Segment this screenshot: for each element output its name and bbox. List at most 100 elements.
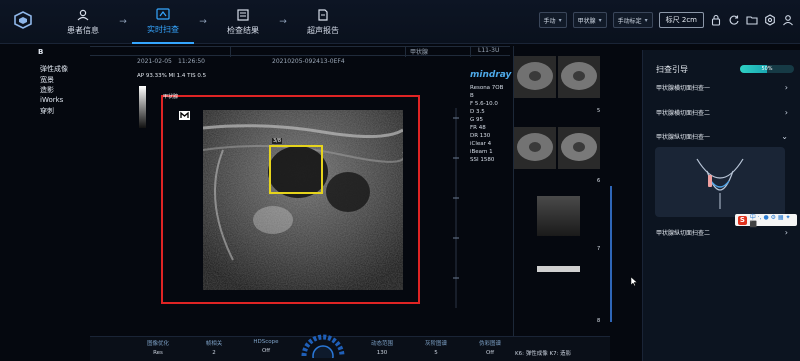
- image-header-bar: [90, 46, 510, 57]
- param-line: B: [470, 93, 474, 99]
- nav-realtime-scan[interactable]: 实时扫查: [132, 0, 194, 44]
- neck-diagram-icon: [696, 158, 744, 209]
- thumbnail-scrollbar[interactable]: [610, 186, 612, 322]
- param-line: G 95: [470, 117, 484, 123]
- param-line: DR 130: [470, 133, 491, 139]
- organ-select-value: 甲状腺: [577, 17, 596, 25]
- guide-item-label: 甲状腺纵切面扫查一: [656, 134, 711, 141]
- thumbnail-number: 5: [597, 108, 601, 114]
- param-name: 图像优化: [146, 341, 169, 347]
- divider: [230, 47, 231, 57]
- toolbar: 手动 ▾ 甲状腺 ▾ 手动标定 ▾ 标尺 2cm: [538, 12, 794, 28]
- nav-arrow-icon: →: [279, 17, 287, 27]
- probe-position-card: [655, 147, 785, 217]
- folder-icon[interactable]: [746, 14, 758, 26]
- organ-tag: 甲状腺: [163, 94, 179, 100]
- menu-item-panoramic[interactable]: 宽景: [40, 75, 88, 86]
- organ-select[interactable]: 甲状腺 ▾: [572, 12, 607, 28]
- param-line: SSI 1580: [470, 157, 495, 163]
- ime-toolbar[interactable]: S 中 ·, ● ⚙ ▦ ✦ ⬛: [735, 214, 797, 228]
- lesion-roi-box[interactable]: [269, 145, 323, 194]
- param-line: FR 48: [470, 125, 486, 131]
- nav-label: 实时扫查: [147, 24, 179, 34]
- nav-report[interactable]: 超声报告: [292, 0, 354, 44]
- mark-mode-select[interactable]: 手动标定 ▾: [612, 12, 653, 28]
- param-name: HDScope: [253, 339, 279, 345]
- param-tint-map[interactable]: 伪彩图谱 Off: [462, 339, 518, 356]
- param-name: 动态范围: [370, 341, 393, 347]
- nav-label: 超声报告: [307, 25, 339, 35]
- exam-date: 2021-02-05: [137, 58, 172, 65]
- chevron-down-icon: ▾: [558, 16, 562, 24]
- guide-item-label: 甲状腺纵切面扫查二: [656, 230, 711, 237]
- refresh-icon[interactable]: [728, 14, 740, 26]
- param-line: D 3.5: [470, 109, 485, 115]
- thumbnail-image[interactable]: [514, 127, 556, 169]
- guide-item[interactable]: 甲状腺横切面扫查二 ›: [656, 108, 788, 117]
- scan-region-box: [161, 95, 420, 304]
- guide-progress-bar: 50%: [740, 65, 794, 73]
- guide-item-label: 甲状腺横切面扫查一: [656, 85, 711, 92]
- nav-arrow-icon: →: [199, 17, 207, 27]
- param-name: 帧相关: [205, 341, 223, 347]
- thumbnail-image[interactable]: [514, 56, 556, 98]
- guide-item[interactable]: 甲状腺纵切面扫查二 ›: [656, 228, 788, 237]
- guide-item-label: 甲状腺横切面扫查二: [656, 110, 711, 117]
- user-icon[interactable]: [782, 14, 794, 26]
- exam-id: 20210205-092413-0EF4: [272, 58, 345, 65]
- thumbnail-image[interactable]: [558, 127, 600, 169]
- settings-icon[interactable]: [764, 14, 776, 26]
- acoustic-params: AP 93.33% MI 1.4 TIS 0.5: [137, 73, 207, 79]
- depth-scale: [453, 108, 459, 308]
- chevron-down-icon: ⌄: [781, 132, 788, 141]
- guide-item-expanded[interactable]: 甲状腺纵切面扫查一 ⌄: [656, 132, 788, 141]
- guide-title: 扫查引导: [656, 65, 688, 74]
- brand-logo: mindray: [470, 70, 512, 80]
- results-icon: [237, 8, 249, 21]
- param-line: iClear 4: [470, 141, 492, 147]
- chevron-down-icon: ▾: [598, 16, 602, 24]
- nav-patient-info[interactable]: 患者信息: [52, 0, 114, 44]
- thumbnail-number: 7: [597, 246, 601, 252]
- progress-text: 50%: [761, 66, 773, 72]
- nav-results[interactable]: 检查结果: [212, 0, 274, 44]
- grayscale-bar: [139, 86, 146, 128]
- mode-select-value: 手动: [543, 17, 556, 25]
- chevron-right-icon: ›: [784, 228, 788, 237]
- exam-time: 11:26:50: [178, 58, 205, 65]
- chevron-down-icon: ▾: [644, 16, 648, 24]
- param-value: 5: [434, 350, 438, 356]
- divider: [470, 47, 471, 57]
- guide-item[interactable]: 甲状腺横切面扫查一 ›: [656, 83, 788, 92]
- mode-select[interactable]: 手动 ▾: [538, 12, 567, 28]
- param-gray-map[interactable]: 灰阶图谱 5: [408, 339, 464, 356]
- nav-arrow-icon: →: [119, 17, 127, 27]
- ultrasound-app: 患者信息 → 实时扫查 → 检查结果 → 超声报告 手动 ▾ 甲状腺 ▾ 手动标定 ▾…: [0, 0, 800, 361]
- mouse-cursor-icon: [631, 277, 637, 286]
- param-image-optimize[interactable]: 图像优化 Res: [130, 339, 186, 356]
- param-value: Off: [485, 350, 495, 356]
- menu-item-elastography[interactable]: 弹性成像: [40, 64, 88, 75]
- realtime-scan-icon: [156, 7, 170, 20]
- knob-icon[interactable]: [300, 322, 346, 358]
- param-dynamic-range[interactable]: 动态范围 130: [354, 339, 410, 356]
- app-logo-icon: [14, 11, 32, 29]
- scan-guide-panel: 扫查引导 50% 甲状腺横切面扫查一 › 甲状腺横切面扫查二 › 甲状腺纵切面扫…: [642, 50, 800, 361]
- param-hdscope[interactable]: HDScope Off: [238, 339, 294, 354]
- param-line: Resona 7OB: [470, 85, 504, 91]
- lock-icon[interactable]: [710, 14, 722, 26]
- top-bar: 患者信息 → 实时扫查 → 检查结果 → 超声报告 手动 ▾ 甲状腺 ▾ 手动标定 ▾…: [0, 0, 800, 44]
- mark-mode-select-value: 手动标定: [617, 17, 642, 25]
- ruler-button[interactable]: 标尺 2cm: [658, 12, 704, 28]
- organ-label-top: 甲状腺: [410, 49, 429, 56]
- menu-item-iworks[interactable]: iWorks: [40, 96, 88, 107]
- nav-label: 患者信息: [67, 25, 99, 35]
- param-frame-correlation[interactable]: 帧相关 2: [186, 339, 242, 356]
- menu-item-contrast[interactable]: 造影: [40, 85, 88, 96]
- scan-preview[interactable]: [537, 196, 580, 236]
- menu-item-biopsy[interactable]: 穿刺: [40, 106, 88, 117]
- body-mark-icon: [179, 111, 190, 120]
- thumbnail-image[interactable]: [558, 56, 600, 98]
- param-value: 2: [212, 350, 216, 356]
- nav-label: 检查结果: [227, 25, 259, 35]
